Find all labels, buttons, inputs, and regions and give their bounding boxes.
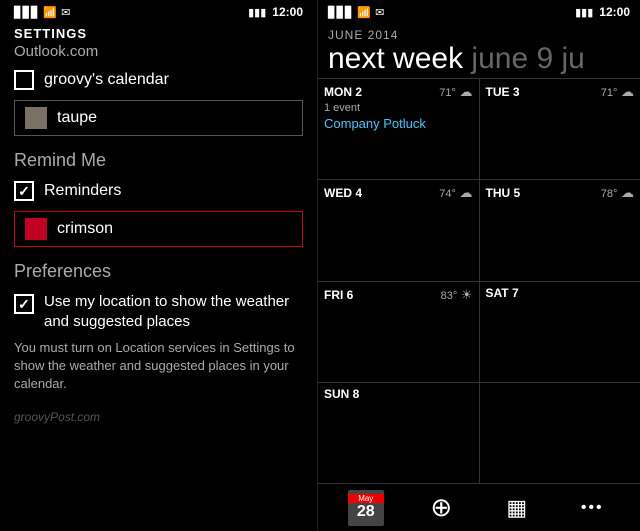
sat7-header: SAT 7 (486, 286, 635, 300)
calendar-icon: ▦ (506, 495, 527, 521)
preferences-title: Preferences (14, 261, 303, 282)
calendar-checkbox-row[interactable]: groovy's calendar (14, 70, 303, 90)
fri6-temp: 83° (441, 290, 458, 302)
taupe-swatch (25, 107, 47, 129)
cell-empty (480, 383, 640, 483)
battery-icon: ▮▮▮ (248, 6, 266, 19)
left-time: 12:00 (272, 5, 303, 19)
cal-row-3: FRI 6 83° ☀ SAT 7 (318, 281, 640, 382)
tue3-name: TUE 3 (486, 85, 520, 99)
settings-panel: ▊▊▊ 📶 ✉ ▮▮▮ 12:00 SETTINGS Outlook.com g… (0, 0, 318, 531)
sun8-num: 8 (353, 387, 360, 401)
wed4-temp: 74° (439, 188, 456, 200)
signal-icon: ▊▊▊ (14, 6, 39, 19)
tue3-num: 3 (513, 85, 520, 99)
r-battery-icon: ▮▮▮ (575, 6, 593, 19)
add-button[interactable]: ⊕ (417, 484, 465, 531)
tue3-temp: 71° (601, 87, 618, 99)
left-status-bar: ▊▊▊ 📶 ✉ ▮▮▮ 12:00 (14, 0, 303, 24)
thu5-header: THU 5 78° ☁ (486, 184, 635, 202)
calendar-panel: ▊▊▊ 📶 ✉ ▮▮▮ 12:00 JUNE 2014 next week ju… (318, 0, 640, 531)
crimson-label: crimson (57, 220, 113, 238)
fri6-weather: ☀ (457, 287, 472, 302)
calendar-checkbox[interactable] (14, 70, 34, 90)
cal-title-main: next week (328, 42, 463, 75)
taupe-label: taupe (57, 109, 97, 127)
watermark: groovyPost.com (14, 410, 303, 424)
cell-thu5[interactable]: THU 5 78° ☁ (480, 180, 640, 280)
wed4-weather: ☁ (456, 185, 473, 200)
right-status-icons: ▊▊▊ 📶 ✉ (328, 6, 384, 19)
calendar-view-button[interactable]: ▦ (493, 484, 541, 531)
calendar-grid: MON 2 71° ☁ 1 event Company Potluck TUE … (318, 78, 640, 483)
mail-icon: ✉ (61, 6, 70, 19)
calendar-header: JUNE 2014 next week june 9 ju (318, 24, 640, 78)
cell-wed4[interactable]: WED 4 74° ☁ (318, 180, 480, 280)
reminders-label: Reminders (44, 182, 121, 200)
mon2-event-title[interactable]: Company Potluck (324, 116, 473, 131)
cell-sat7[interactable]: SAT 7 (480, 282, 640, 382)
cal-title: next week june 9 ju (328, 42, 630, 76)
more-button[interactable]: ••• (568, 484, 616, 531)
crimson-swatch (25, 218, 47, 240)
crimson-color-row[interactable]: crimson (14, 211, 303, 247)
reminders-checkbox[interactable] (14, 181, 34, 201)
thu5-weather: ☁ (617, 185, 634, 200)
location-checkbox-row[interactable]: Use my location to show the weather and … (14, 292, 303, 331)
wed4-header: WED 4 74° ☁ (324, 184, 473, 202)
cell-tue3[interactable]: TUE 3 71° ☁ (480, 79, 640, 179)
mon2-header: MON 2 71° ☁ (324, 83, 473, 101)
cell-mon2[interactable]: MON 2 71° ☁ 1 event Company Potluck (318, 79, 480, 179)
right-status-bar: ▊▊▊ 📶 ✉ ▮▮▮ 12:00 (318, 0, 640, 24)
r-wifi-icon: 📶 (357, 6, 371, 19)
settings-subtitle: Outlook.com (14, 43, 303, 60)
mon2-name: MON 2 (324, 85, 362, 99)
cal-row-4: SUN 8 (318, 382, 640, 483)
cal-title-dim: june 9 ju (471, 42, 584, 75)
mon2-weather: ☁ (456, 84, 473, 99)
bottom-bar: May 28 ⊕ ▦ ••• (318, 483, 640, 531)
location-note: You must turn on Location services in Se… (14, 339, 303, 394)
wed4-num: 4 (355, 186, 362, 200)
remind-me-title: Remind Me (14, 150, 303, 171)
thu5-temp: 78° (601, 188, 618, 200)
today-button[interactable]: May 28 (342, 484, 390, 531)
more-icon: ••• (581, 499, 604, 517)
cell-sun8[interactable]: SUN 8 (318, 383, 480, 483)
sat7-num: 7 (512, 286, 519, 300)
reminders-checkbox-row[interactable]: Reminders (14, 181, 303, 201)
fri6-num: 6 (347, 288, 354, 302)
right-time: 12:00 (599, 5, 630, 19)
r-mail-icon: ✉ (375, 6, 384, 19)
fri6-name: FRI 6 (324, 288, 353, 302)
sat7-name: SAT 7 (486, 286, 519, 300)
today-day: 28 (357, 503, 375, 521)
mon2-num: 2 (355, 85, 362, 99)
month-year: JUNE 2014 (328, 28, 630, 42)
cal-row-2: WED 4 74° ☁ THU 5 78° ☁ (318, 179, 640, 280)
wifi-icon: 📶 (43, 6, 57, 19)
thu5-num: 5 (514, 186, 521, 200)
sun8-header: SUN 8 (324, 387, 473, 401)
calendar-checkbox-label: groovy's calendar (44, 71, 169, 89)
settings-title: SETTINGS (14, 26, 303, 41)
left-status-icons: ▊▊▊ 📶 ✉ (14, 6, 70, 19)
mon2-event-count: 1 event (324, 102, 473, 114)
today-month: May (348, 494, 384, 503)
location-checkbox[interactable] (14, 294, 34, 314)
cal-row-1: MON 2 71° ☁ 1 event Company Potluck TUE … (318, 78, 640, 179)
fri6-header: FRI 6 83° ☀ (324, 286, 473, 304)
wed4-name: WED 4 (324, 186, 362, 200)
thu5-name: THU 5 (486, 186, 521, 200)
sun8-name: SUN 8 (324, 387, 359, 401)
tue3-header: TUE 3 71° ☁ (486, 83, 635, 101)
mon2-temp: 71° (439, 87, 456, 99)
add-icon: ⊕ (430, 492, 452, 523)
cell-fri6[interactable]: FRI 6 83° ☀ (318, 282, 480, 382)
tue3-weather: ☁ (617, 84, 634, 99)
r-signal-icon: ▊▊▊ (328, 6, 353, 19)
location-label: Use my location to show the weather and … (44, 292, 303, 331)
taupe-color-row[interactable]: taupe (14, 100, 303, 136)
